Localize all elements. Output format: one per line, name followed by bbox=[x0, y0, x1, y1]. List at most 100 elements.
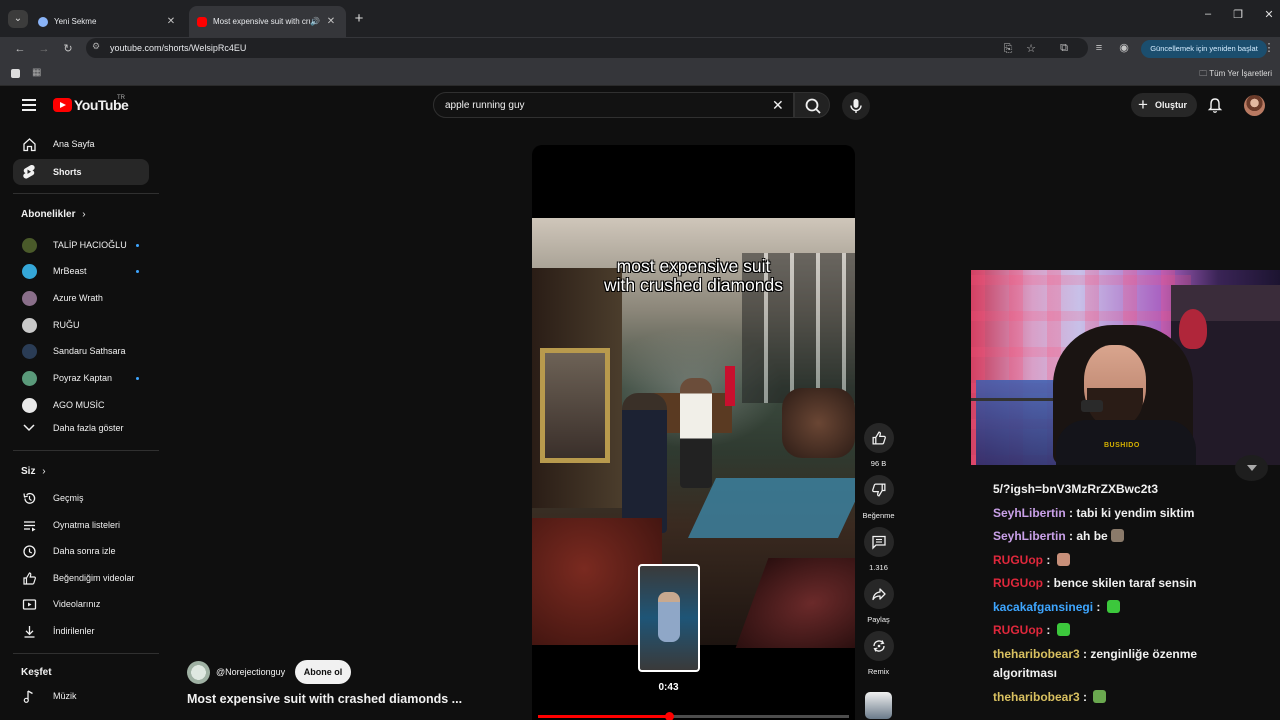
new-tab-button[interactable]: + bbox=[350, 10, 368, 28]
notifications-bell-icon[interactable] bbox=[1207, 97, 1223, 119]
channel-name[interactable]: @Norejectionguy bbox=[216, 667, 285, 677]
chat-username: SeyhLibertin bbox=[993, 506, 1066, 520]
site-info-icon[interactable]: ⚙ bbox=[92, 41, 100, 52]
sidebar-item-subscription[interactable]: MrBeast bbox=[13, 258, 149, 284]
video-title[interactable]: Most expensive suit with crashed diamond… bbox=[187, 692, 462, 706]
chat-message: SeyhLibertin : tabi ki yendim siktim bbox=[993, 503, 1194, 523]
sidebar-item-subscription[interactable]: RUĞU bbox=[13, 312, 149, 338]
clear-search-icon[interactable]: ✕ bbox=[772, 97, 784, 114]
dislike-button[interactable] bbox=[863, 475, 894, 505]
sidebar-item-subscription[interactable]: Azure Wrath bbox=[13, 285, 149, 311]
show-more-button[interactable]: Daha fazla göster bbox=[13, 415, 149, 441]
account-avatar[interactable] bbox=[1244, 95, 1265, 116]
chat-text: bence skilen taraf sensin bbox=[1053, 576, 1197, 590]
create-button[interactable]: + Oluştur bbox=[1131, 93, 1197, 117]
chat-username: kacakafgansinegi bbox=[993, 600, 1094, 614]
search-button[interactable] bbox=[794, 92, 830, 118]
sidebar-item-subscription[interactable]: Poyraz Kaptan bbox=[13, 365, 149, 391]
sidebar-item-label: TALİP HACIOĞLU bbox=[53, 240, 127, 250]
progress-bar[interactable] bbox=[538, 712, 849, 720]
new-content-dot bbox=[136, 376, 139, 380]
sidebar-item-subscription[interactable]: TALİP HACIOĞLU bbox=[13, 232, 149, 258]
bookmark-star-icon[interactable]: ☆ bbox=[1023, 41, 1039, 57]
tab-close-icon[interactable]: ✕ bbox=[164, 16, 178, 27]
bookmark-square-icon[interactable] bbox=[11, 69, 20, 78]
browser-menu-icon[interactable]: ⋮ bbox=[1263, 40, 1275, 56]
sidebar-item-label: Daha sonra izle bbox=[53, 546, 116, 556]
reload-button[interactable]: ↻ bbox=[59, 40, 77, 58]
chat-emote-icon bbox=[1093, 690, 1107, 703]
media-controls-icon[interactable]: ≡ bbox=[1091, 40, 1107, 56]
new-content-dot bbox=[136, 269, 139, 273]
sidebar-item-label: Azure Wrath bbox=[53, 293, 103, 303]
sidebar-item-label: Müzik bbox=[53, 691, 77, 701]
profile-icon[interactable]: ◉ bbox=[1116, 40, 1132, 56]
menu-icon[interactable] bbox=[22, 99, 36, 111]
tab-title: Yeni Sekme bbox=[54, 17, 97, 26]
like-action[interactable]: 96 B bbox=[862, 423, 895, 468]
comments-action[interactable]: 1.316 bbox=[862, 527, 895, 572]
subscriptions-heading[interactable]: Abonelikler › bbox=[21, 209, 86, 220]
sidebar-item-playlists[interactable]: Oynatma listeleri bbox=[13, 512, 149, 538]
search-input[interactable]: apple running guy ✕ bbox=[433, 92, 794, 118]
sidebar-item-watch-later[interactable]: Daha sonra izle bbox=[13, 538, 149, 564]
remix-button[interactable] bbox=[863, 631, 894, 661]
video-scene-flag bbox=[725, 366, 735, 406]
voice-search-button[interactable] bbox=[842, 92, 870, 120]
tab-youtube[interactable]: Most expensive suit with crushed diamond… bbox=[189, 6, 346, 37]
sidebar-item-music[interactable]: Müzik bbox=[13, 683, 149, 709]
sound-thumbnail[interactable] bbox=[865, 692, 892, 719]
all-bookmarks-button[interactable]: 🗀 Tüm Yer İşaretleri bbox=[1199, 68, 1272, 82]
chat-message: RUGUop : bbox=[993, 550, 1070, 570]
comment-count: 1.316 bbox=[869, 563, 888, 572]
chat-message: theharibobear3 : bbox=[993, 687, 1107, 707]
extensions-icon[interactable]: ⧉ bbox=[1056, 40, 1072, 56]
back-button[interactable]: ← bbox=[11, 40, 29, 58]
channel-avatar[interactable] bbox=[187, 661, 210, 684]
all-bookmarks-label: Tüm Yer İşaretleri bbox=[1209, 69, 1272, 78]
forward-button[interactable]: → bbox=[35, 40, 53, 58]
chat-message: kacakafgansinegi : bbox=[993, 597, 1120, 617]
chat-message: theharibobear3 : zenginliğe özenme bbox=[993, 644, 1197, 664]
share-action[interactable]: Paylaş bbox=[862, 579, 895, 624]
like-button[interactable] bbox=[863, 423, 894, 453]
install-app-icon[interactable]: ⎘ bbox=[1000, 41, 1016, 57]
tab-title: Most expensive suit with crushed diamond… bbox=[213, 17, 310, 26]
tab-close-icon[interactable]: ✕ bbox=[324, 16, 338, 27]
update-restart-button[interactable]: Güncellemek için yeniden başlat bbox=[1141, 40, 1267, 58]
chat-separator: : bbox=[1043, 553, 1054, 567]
share-button[interactable] bbox=[863, 579, 894, 609]
address-bar[interactable]: ⚙ youtube.com/shorts/WelsipRc4EU ⎘ ☆ bbox=[86, 38, 1088, 58]
you-heading[interactable]: Siz › bbox=[21, 466, 46, 477]
sidebar-item-history[interactable]: Geçmiş bbox=[13, 485, 149, 511]
speaker-icon[interactable]: 🔊 bbox=[310, 17, 320, 26]
subscribe-button[interactable]: Abone ol bbox=[295, 660, 351, 684]
sidebar-item-liked-videos[interactable]: Beğendiğim videolar bbox=[13, 565, 149, 591]
sidebar-item-subscription[interactable]: Sandaru Sathsara bbox=[13, 338, 149, 364]
tab-search-button[interactable]: ⌄ bbox=[8, 10, 28, 28]
remix-action[interactable]: Remix bbox=[862, 631, 895, 676]
tab-new-tab[interactable]: Yeni Sekme ✕ bbox=[30, 6, 186, 37]
sidebar-item-shorts[interactable]: Shorts bbox=[13, 159, 149, 185]
sidebar-item-your-videos[interactable]: Videolarınız bbox=[13, 591, 149, 617]
sidebar-divider bbox=[13, 450, 159, 451]
close-window-button[interactable]: ✕ bbox=[1259, 8, 1279, 21]
your-videos-icon bbox=[21, 596, 37, 612]
minimize-button[interactable]: – bbox=[1198, 8, 1218, 20]
chat-scroll-down-icon[interactable] bbox=[1235, 455, 1268, 481]
explore-heading: Keşfet bbox=[21, 667, 52, 678]
chat-username: RUGUop bbox=[993, 623, 1043, 637]
restore-button[interactable]: ❐ bbox=[1228, 8, 1248, 21]
progress-scrubber[interactable] bbox=[664, 712, 674, 720]
sidebar-item-downloads[interactable]: İndirilenler bbox=[13, 618, 149, 644]
streamer-webcam: BUSHIDO bbox=[971, 270, 1280, 465]
shorts-player[interactable]: most expensive suit with crushed diamond… bbox=[532, 145, 855, 720]
chrome-icon bbox=[38, 16, 48, 27]
dislike-action[interactable]: Beğenme bbox=[862, 475, 895, 520]
sidebar-item-home[interactable]: Ana Sayfa bbox=[13, 131, 149, 157]
chat-separator: : bbox=[1079, 690, 1091, 704]
apps-grid-icon[interactable]: ▦ bbox=[32, 67, 41, 78]
sidebar-item-label: RUĞU bbox=[53, 320, 80, 330]
playlists-icon bbox=[21, 517, 37, 533]
comments-button[interactable] bbox=[863, 527, 894, 557]
